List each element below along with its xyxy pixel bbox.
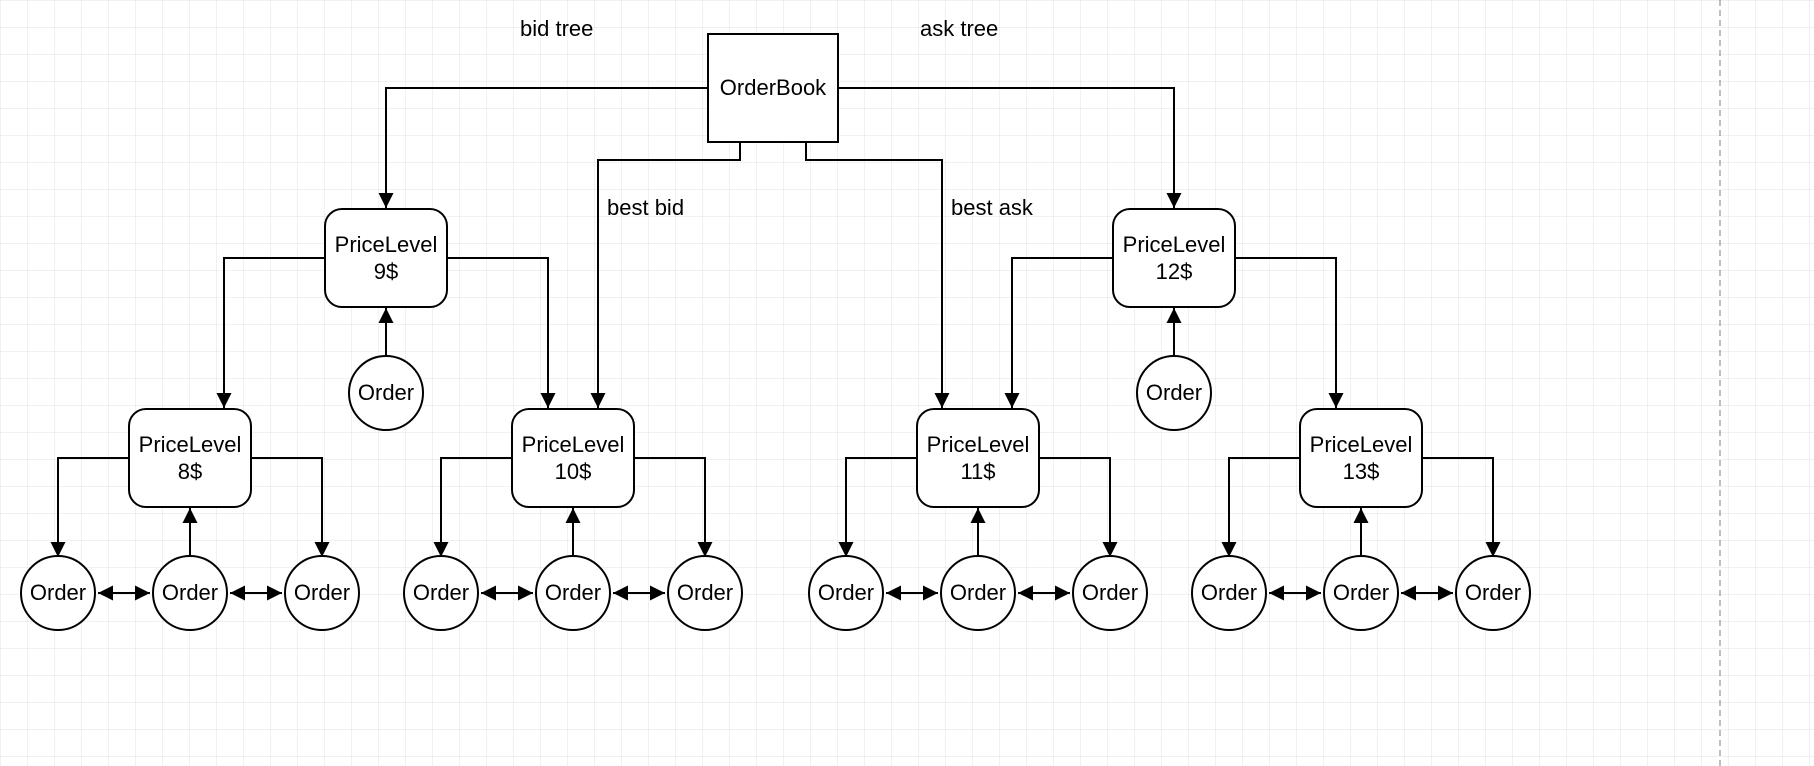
node-title: PriceLevel <box>1310 431 1413 459</box>
orderbook-node: OrderBook <box>707 33 839 143</box>
order-label: Order <box>30 579 86 607</box>
order-label: Order <box>1333 579 1389 607</box>
pricelevel-9-node: PriceLevel 9$ <box>324 208 448 308</box>
node-title: PriceLevel <box>522 431 625 459</box>
node-price: 10$ <box>555 458 592 486</box>
node-price: 11$ <box>960 458 995 486</box>
pricelevel-10-node: PriceLevel 10$ <box>511 408 635 508</box>
edge-label-best-ask: best ask <box>951 195 1033 221</box>
node-price: 8$ <box>178 458 202 486</box>
order-label: Order <box>413 579 469 607</box>
order-label: Order <box>294 579 350 607</box>
node-price: 9$ <box>374 258 398 286</box>
background-grid <box>0 0 1814 766</box>
node-price: 12$ <box>1156 258 1193 286</box>
order-label: Order <box>1201 579 1257 607</box>
order-node: Order <box>940 555 1016 631</box>
order-node: Order <box>284 555 360 631</box>
order-label: Order <box>358 379 414 407</box>
node-title: PriceLevel <box>927 431 1030 459</box>
order-node: Order <box>403 555 479 631</box>
edge-label-ask-tree: ask tree <box>920 16 998 42</box>
edge-label-best-bid: best bid <box>607 195 684 221</box>
pricelevel-8-node: PriceLevel 8$ <box>128 408 252 508</box>
order-node: Order <box>1455 555 1531 631</box>
orderbook-label: OrderBook <box>720 74 826 102</box>
pricelevel-12-node: PriceLevel 12$ <box>1112 208 1236 308</box>
vertical-guide-line <box>1719 0 1721 766</box>
order-node: Order <box>348 355 424 431</box>
pricelevel-11-node: PriceLevel 11$ <box>916 408 1040 508</box>
order-label: Order <box>162 579 218 607</box>
order-label: Order <box>950 579 1006 607</box>
order-node: Order <box>20 555 96 631</box>
order-label: Order <box>1082 579 1138 607</box>
order-label: Order <box>1465 579 1521 607</box>
node-title: PriceLevel <box>1123 231 1226 259</box>
pricelevel-13-node: PriceLevel 13$ <box>1299 408 1423 508</box>
order-label: Order <box>1146 379 1202 407</box>
order-label: Order <box>818 579 874 607</box>
order-node: Order <box>1191 555 1267 631</box>
order-node: Order <box>808 555 884 631</box>
order-node: Order <box>1072 555 1148 631</box>
edge-label-bid-tree: bid tree <box>520 16 593 42</box>
node-title: PriceLevel <box>139 431 242 459</box>
order-node: Order <box>152 555 228 631</box>
node-price: 13$ <box>1343 458 1380 486</box>
node-title: PriceLevel <box>335 231 438 259</box>
order-node: Order <box>667 555 743 631</box>
order-node: Order <box>1323 555 1399 631</box>
order-label: Order <box>545 579 601 607</box>
order-label: Order <box>677 579 733 607</box>
order-node: Order <box>1136 355 1212 431</box>
order-node: Order <box>535 555 611 631</box>
